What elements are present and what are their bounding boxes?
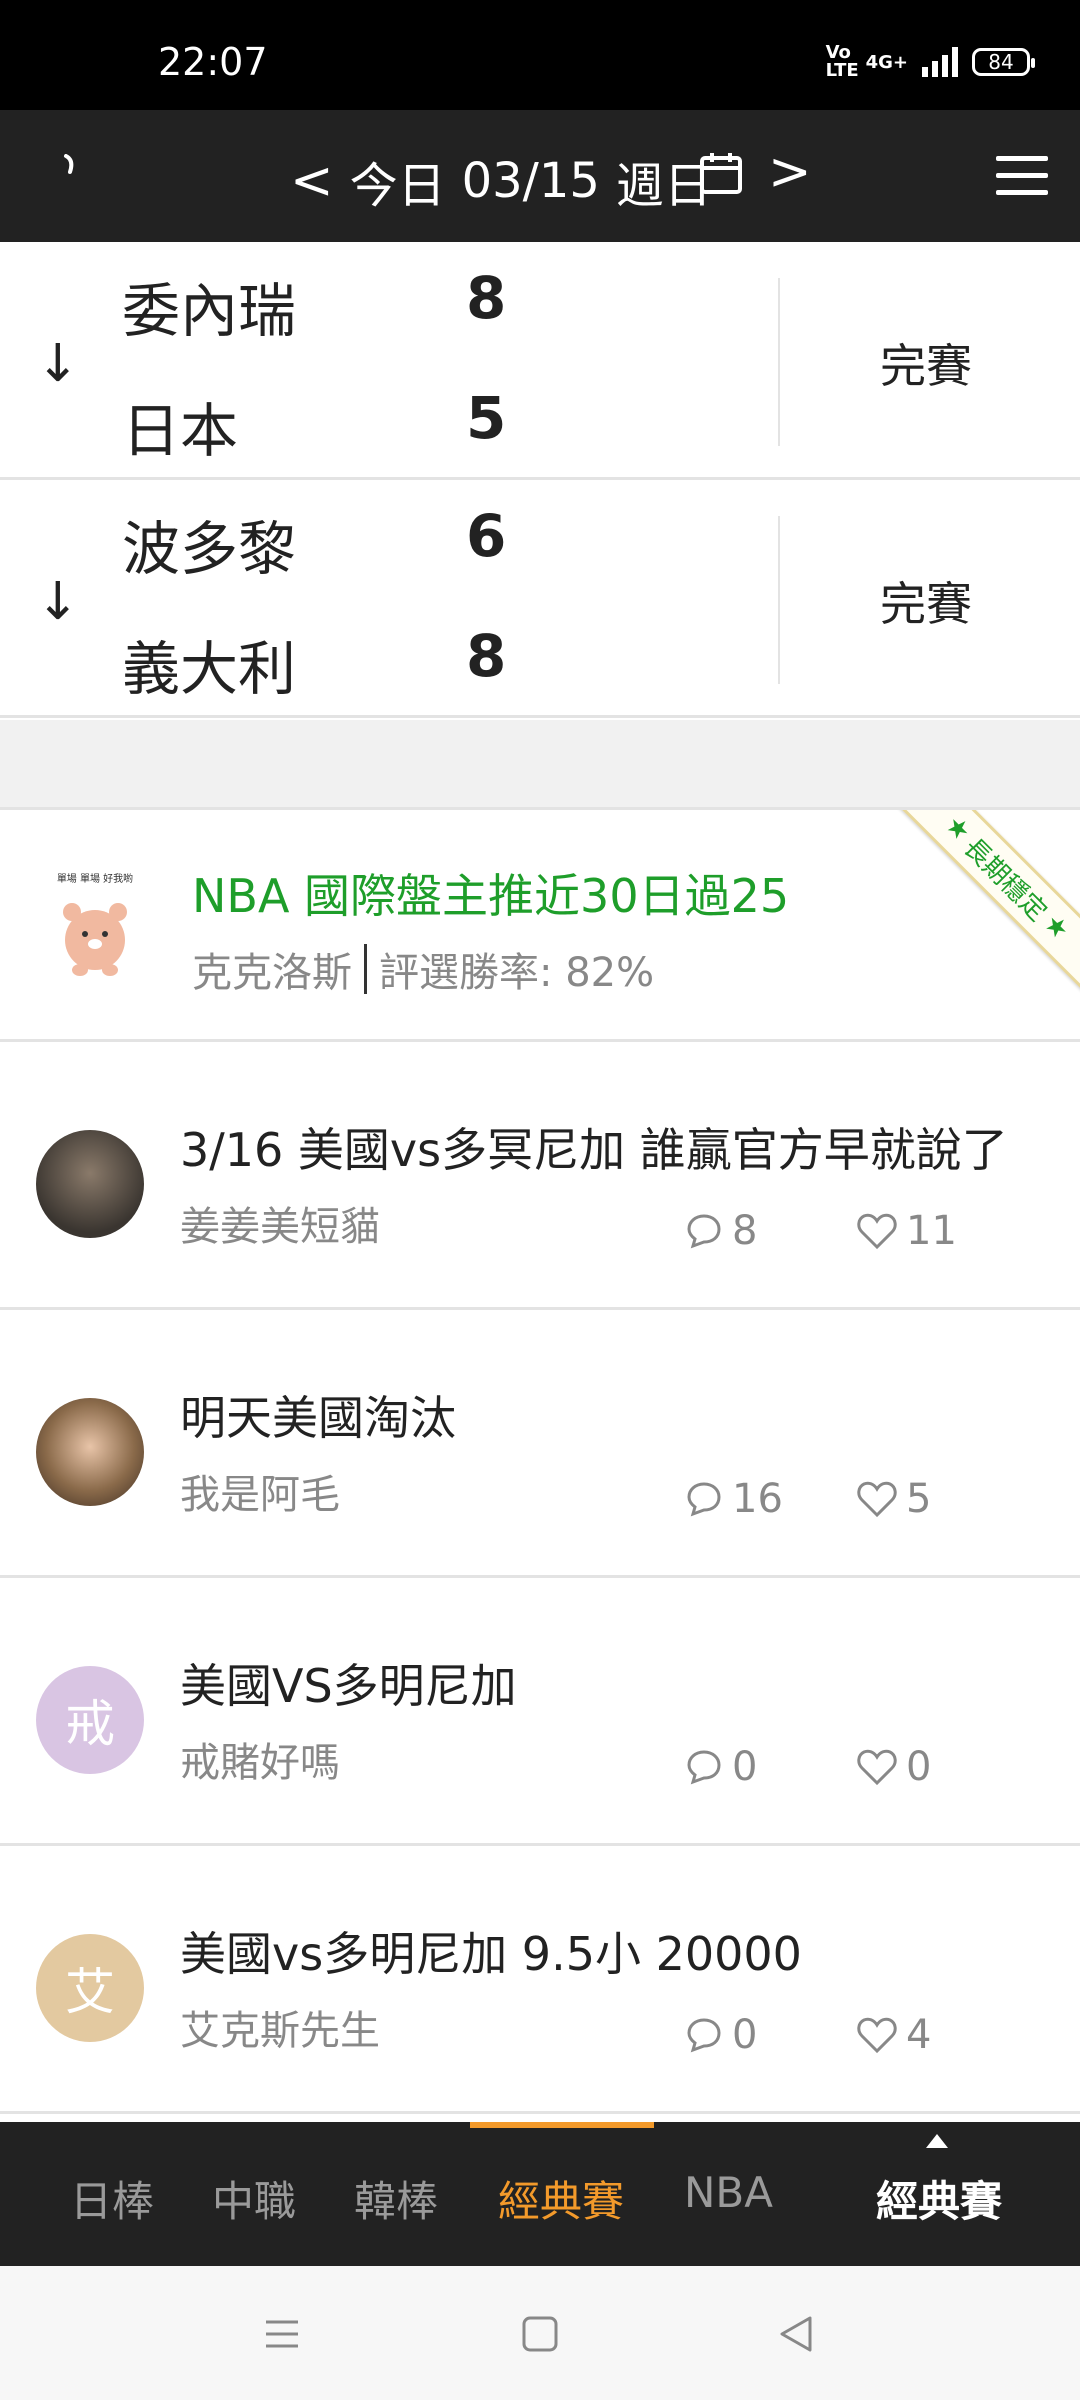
heart-icon[interactable]: [856, 1747, 898, 1787]
prev-day-button[interactable]: <: [290, 155, 334, 207]
post-item[interactable]: 明天美國淘汰 我是阿毛 16 5: [0, 1310, 1080, 1578]
tab-kbo[interactable]: 韓棒: [354, 2168, 438, 2229]
heart-icon[interactable]: [856, 2015, 898, 2055]
arrow-down-icon: ↓: [36, 334, 80, 394]
post-item[interactable]: 戒 美國VS多明尼加 戒賭好嗎 0 0: [0, 1578, 1080, 1846]
battery-level: 84: [988, 50, 1014, 74]
signal-icon: [922, 47, 958, 77]
comment-count: 0: [684, 1744, 757, 1790]
avatar-initial: 戒: [65, 1695, 115, 1753]
arrow-down-icon: ↓: [36, 572, 80, 632]
team-score: 8: [466, 622, 507, 690]
comment-number: 8: [732, 1208, 758, 1254]
system-nav-bar: [0, 2266, 1080, 2400]
comment-count: 16: [684, 1476, 783, 1522]
comment-count: 8: [684, 1208, 757, 1254]
today-label: 今日: [349, 158, 446, 214]
volte-icon: Vo LTE: [825, 42, 859, 81]
game-row[interactable]: ↓ 委內瑞 8 日本 5 完賽: [0, 242, 1080, 480]
like-number: 4: [906, 2012, 932, 2058]
promo-author: 克克洛斯: [192, 950, 352, 996]
next-day-button[interactable]: >: [768, 142, 812, 202]
avatar-initial: 艾: [65, 1963, 115, 2021]
ribbon-label: 長期穩定: [957, 832, 1053, 928]
network-type: 4G+: [865, 51, 908, 73]
like-count[interactable]: 0: [856, 1744, 931, 1790]
bottom-tab-bar: 日棒 中職 韓棒 經典賽 NBA 經典賽: [0, 2122, 1080, 2266]
current-section-button[interactable]: 經典賽: [876, 2168, 1002, 2229]
back-icon[interactable]: [776, 2314, 816, 2354]
collapse-up-icon[interactable]: [926, 2134, 948, 2148]
comment-icon: [687, 1750, 721, 1785]
avatar-caption: 單場 單場 好我喲: [57, 872, 133, 885]
team-name: 波多黎: [122, 515, 297, 583]
post-item[interactable]: 艾 美國vs多明尼加 9.5小 20000 艾克斯先生 0 4: [0, 1846, 1080, 2114]
status-time: 22:07: [158, 40, 268, 84]
divider: [778, 278, 780, 446]
post-title[interactable]: 美國vs多明尼加 9.5小 20000: [180, 1918, 802, 1984]
heart-icon[interactable]: [856, 1211, 898, 1251]
user-avatar[interactable]: [36, 1398, 144, 1506]
like-number: 0: [906, 1744, 932, 1790]
loading-spinner-icon: [64, 154, 74, 174]
tab-nba[interactable]: NBA: [684, 2168, 773, 2217]
calendar-icon[interactable]: [698, 150, 744, 196]
post-title[interactable]: 明天美國淘汰: [180, 1382, 456, 1448]
team-score: 6: [466, 502, 507, 570]
comment-icon: [687, 1482, 721, 1517]
post-title[interactable]: 美國VS多明尼加: [180, 1650, 517, 1716]
comment-icon: [687, 2018, 721, 2053]
date-header: < 今日 03/15 週日 >: [0, 110, 1080, 242]
like-count[interactable]: 5: [856, 1476, 931, 1522]
comment-count: 0: [684, 2012, 757, 2058]
post-title[interactable]: 3/16 美國vs多冥尼加 誰贏官方早就說了: [180, 1114, 1008, 1180]
team-name: 委內瑞: [122, 277, 297, 345]
post-author[interactable]: 我是阿毛: [180, 1462, 340, 1520]
promo-title[interactable]: NBA 國際盤主推近30日過25: [192, 860, 789, 926]
tab-wbc[interactable]: 經典賽: [498, 2168, 624, 2229]
game-status: 完賽: [880, 339, 972, 393]
post-author[interactable]: 姜姜美短貓: [180, 1194, 380, 1252]
comment-icon: [687, 1214, 721, 1249]
status-bar: 22:07 Vo LTE 4G+ 84: [0, 0, 1080, 110]
post-author[interactable]: 艾克斯先生: [180, 1998, 380, 2056]
game-row[interactable]: ↓ 波多黎 6 義大利 8 完賽: [0, 480, 1080, 718]
like-number: 5: [906, 1476, 932, 1522]
promo-rate: 評選勝率: 82%: [379, 950, 655, 996]
post-author[interactable]: 戒賭好嗎: [180, 1730, 340, 1788]
active-tab-indicator: [470, 2122, 654, 2128]
user-avatar[interactable]: 戒: [36, 1666, 144, 1774]
date-label: 03/15: [461, 153, 600, 209]
menu-icon[interactable]: [996, 156, 1048, 207]
section-spacer: [0, 720, 1080, 810]
home-icon[interactable]: [520, 2314, 560, 2354]
like-count[interactable]: 11: [856, 1208, 957, 1254]
team-name: 日本: [122, 397, 239, 465]
separator: [364, 944, 367, 994]
like-count[interactable]: 4: [856, 2012, 931, 2058]
promo-card[interactable]: 單場 單場 好我喲 NBA 國際盤主推近30日過25 克克洛斯 評選勝率: 82…: [0, 810, 1080, 1042]
date-selector[interactable]: < 今日 03/15 週日: [290, 146, 712, 216]
recents-menu-icon[interactable]: [262, 2314, 302, 2354]
comment-number: 16: [732, 1476, 783, 1522]
comment-number: 0: [732, 2012, 758, 2058]
team-score: 8: [466, 264, 507, 332]
promo-subtitle: 克克洛斯 評選勝率: 82%: [192, 940, 654, 998]
battery-icon: 84: [972, 48, 1035, 76]
divider: [778, 516, 780, 684]
bear-avatar-icon: 單場 單場 好我喲: [57, 872, 133, 976]
team-score: 5: [466, 384, 507, 452]
status-icons: Vo LTE 4G+ 84: [825, 42, 1035, 81]
comment-number: 0: [732, 1744, 758, 1790]
user-avatar[interactable]: [36, 1130, 144, 1238]
like-number: 11: [906, 1208, 957, 1254]
team-name: 義大利: [122, 635, 297, 703]
user-avatar[interactable]: 艾: [36, 1934, 144, 2042]
stable-ribbon: ★ 長期穩定 ★: [893, 810, 1080, 992]
post-item[interactable]: 3/16 美國vs多冥尼加 誰贏官方早就說了 姜姜美短貓 8 11: [0, 1042, 1080, 1310]
game-status: 完賽: [880, 577, 972, 631]
tab-cpbl[interactable]: 中職: [212, 2168, 296, 2229]
tab-npb[interactable]: 日棒: [70, 2168, 154, 2229]
heart-icon[interactable]: [856, 1479, 898, 1519]
